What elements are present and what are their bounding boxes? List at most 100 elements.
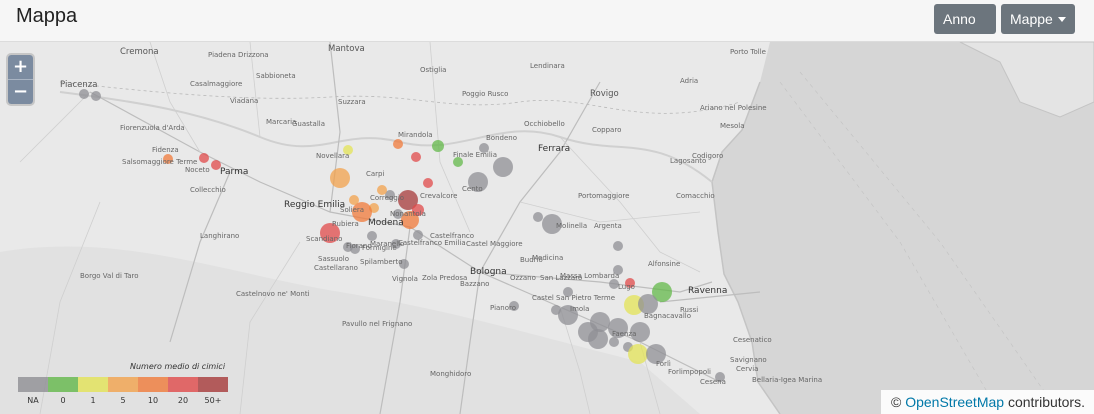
place-label: Ravenna — [688, 286, 728, 296]
place-label: Bologna — [470, 267, 507, 277]
place-label: Adria — [680, 77, 699, 85]
monitoring-site-marker[interactable] — [349, 195, 359, 205]
place-label: Correggio — [370, 194, 405, 202]
place-label: Guastalla — [292, 120, 326, 128]
place-label: Rovigo — [590, 89, 619, 99]
legend-label: 50+ — [204, 396, 222, 405]
place-label: Castel San Pietro Terme — [532, 294, 616, 302]
monitoring-site-marker[interactable] — [423, 178, 433, 188]
monitoring-site-marker[interactable] — [609, 337, 619, 347]
mappe-dropdown-button[interactable]: Mappe — [1001, 4, 1075, 34]
monitoring-site-marker[interactable] — [533, 212, 543, 222]
place-label: Medicina — [532, 254, 564, 262]
place-label: Carpi — [366, 170, 385, 178]
place-label: Occhiobello — [524, 120, 565, 128]
place-label: Ozzano — [510, 274, 536, 282]
zoom-out-button[interactable]: − — [8, 79, 33, 104]
monitoring-site-marker[interactable] — [493, 157, 513, 177]
place-label: Portomaggiore — [578, 192, 630, 200]
place-label: Lagosanto — [670, 157, 707, 165]
map-attribution: © OpenStreetMap contributors. — [881, 390, 1094, 414]
place-label: Cesena — [700, 378, 726, 386]
place-label: Forlimpopoli — [668, 368, 711, 376]
place-label: Fidenza — [152, 146, 179, 154]
place-label: Spilamberto — [360, 258, 403, 266]
place-label: Forlì — [656, 360, 671, 368]
place-label: Scandiano — [306, 235, 343, 243]
page-title: Mappa — [16, 5, 78, 27]
openstreetmap-link[interactable]: OpenStreetMap — [905, 394, 1004, 410]
place-label: Cesenatico — [733, 336, 772, 344]
monitoring-site-marker[interactable] — [393, 139, 403, 149]
legend-swatches — [18, 377, 228, 392]
place-label: Langhirano — [200, 232, 240, 240]
place-label: Marcaria — [266, 118, 297, 126]
place-label: Cremona — [120, 47, 159, 57]
monitoring-site-marker[interactable] — [91, 91, 101, 101]
monitoring-site-marker[interactable] — [330, 168, 350, 188]
place-label: Noceto — [185, 166, 210, 174]
monitoring-site-marker[interactable] — [628, 344, 648, 364]
anno-dropdown-button[interactable]: Anno — [934, 4, 996, 52]
place-label: Finale Emilia — [453, 151, 498, 159]
monitoring-site-marker[interactable] — [79, 89, 89, 99]
place-label: Zola Predosa — [422, 274, 468, 282]
copyright-symbol: © — [891, 394, 902, 410]
place-label: Cento — [462, 185, 483, 193]
place-label: Bondeno — [486, 134, 517, 142]
place-label: Parma — [220, 167, 249, 177]
legend-swatch — [198, 377, 228, 392]
place-label: Lendinara — [530, 62, 565, 70]
legend-title: Numero medio di cimici — [130, 362, 226, 371]
place-label: Sabbioneta — [256, 72, 296, 80]
place-label: Lugo — [618, 283, 635, 291]
monitoring-site-marker[interactable] — [613, 241, 623, 251]
legend-swatch — [138, 377, 168, 392]
place-label: Porto Tolle — [730, 48, 766, 56]
legend-swatch — [168, 377, 198, 392]
map-canvas[interactable]: Mantova Cremona Piacenza Parma Reggio Emilia… — [0, 42, 1094, 414]
place-label: Mirandola — [398, 131, 433, 139]
place-label: Fiorano — [346, 242, 372, 250]
monitoring-site-marker[interactable] — [638, 294, 658, 314]
legend-swatch — [78, 377, 108, 392]
place-label: Salsomaggiore Terme — [122, 158, 198, 166]
place-label: Alfonsine — [648, 260, 681, 268]
legend: Numero medio di cimici NA 0 1 5 10 20 50+ — [18, 360, 230, 412]
place-label: Cervia — [736, 365, 759, 373]
place-label: Vignola — [392, 275, 418, 283]
place-label: Castelnovo ne' Monti — [236, 290, 310, 298]
monitoring-site-marker[interactable] — [199, 153, 209, 163]
place-label: Ostiglia — [420, 66, 447, 74]
place-label: Savignano — [730, 356, 767, 364]
place-label: Viadana — [230, 97, 259, 105]
place-label: Bagnacavallo — [644, 312, 692, 320]
place-label: Reggio Emilia — [284, 200, 346, 210]
place-label: Castelfranco Emilia — [398, 239, 466, 247]
place-label: Soliera — [340, 206, 365, 214]
place-label: Mesola — [720, 122, 745, 130]
place-label: Faenza — [612, 330, 637, 338]
caret-down-icon — [1057, 17, 1066, 22]
place-label: Piacenza — [60, 80, 98, 90]
legend-label: 5 — [120, 396, 126, 405]
place-label: Nonantola — [390, 210, 426, 218]
place-label: Crevalcore — [420, 192, 458, 200]
po-river — [59, 91, 713, 183]
monitoring-site-marker[interactable] — [588, 329, 608, 349]
place-label: Casalmaggiore — [190, 80, 243, 88]
zoom-in-button[interactable]: + — [8, 55, 33, 79]
place-label: Ariano nel Polesine — [700, 104, 767, 112]
place-label: Fiorenzuola d'Arda — [120, 124, 185, 132]
monitoring-site-marker[interactable] — [432, 140, 444, 152]
legend-swatch — [18, 377, 48, 392]
place-label: Novellara — [316, 152, 350, 160]
attribution-suffix: contributors. — [1007, 394, 1085, 410]
place-label: Monghidoro — [430, 370, 472, 378]
place-label: Argenta — [594, 222, 622, 230]
place-label: Ferrara — [538, 144, 571, 154]
place-label: Borgo Val di Taro — [80, 272, 139, 280]
place-label: Molinella — [556, 222, 588, 230]
monitoring-site-marker[interactable] — [411, 152, 421, 162]
place-label: Collecchio — [190, 186, 226, 194]
